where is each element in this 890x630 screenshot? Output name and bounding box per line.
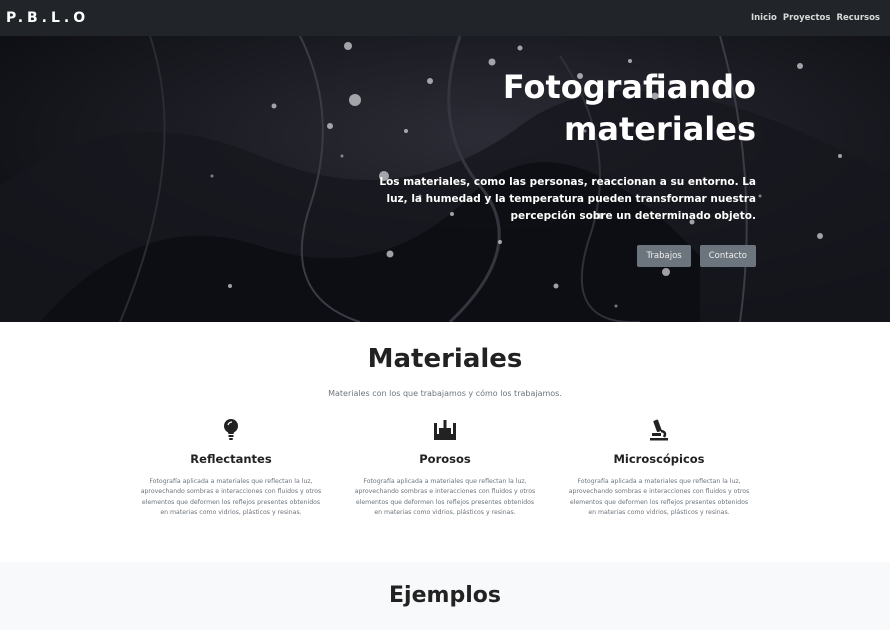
nav-links: Inicio Proyectos Recursos [751, 13, 880, 23]
lightbulb-icon [138, 418, 324, 442]
feature-title: Porosos [419, 452, 471, 466]
materials-section: Materiales Materiales con los que trabaj… [0, 322, 890, 562]
nav-link-proyectos[interactable]: Proyectos [783, 13, 831, 23]
brand-logo[interactable]: P.B.L.O [6, 10, 89, 26]
hero-content: Fotografiando materiales Los materiales,… [356, 66, 756, 267]
navbar: P.B.L.O Inicio Proyectos Recursos [0, 0, 890, 36]
feature-title: Reflectantes [190, 452, 272, 466]
hero-title: Fotografiando materiales [502, 68, 756, 148]
microscope-icon [566, 418, 752, 442]
water-glass-icon [352, 418, 538, 442]
examples-title: Ejemplos [389, 583, 501, 608]
feature-porosos: Porosos Fotografía aplicada a materiales… [352, 418, 538, 518]
materials-subtitle: Materiales con los que trabajamos y cómo… [328, 389, 562, 398]
trabajos-button[interactable]: Trabajos [637, 245, 691, 267]
nav-link-inicio[interactable]: Inicio [751, 13, 777, 23]
feature-text: Fotografía aplicada a materiales que ref… [568, 478, 750, 516]
hero-section: Fotografiando materiales Los materiales,… [0, 36, 890, 322]
examples-section: Ejemplos [0, 562, 890, 630]
feature-reflectantes: Reflectantes Fotografía aplicada a mater… [138, 418, 324, 518]
hero-buttons: Trabajos Contacto [356, 245, 756, 267]
nav-link-recursos[interactable]: Recursos [836, 13, 880, 23]
feature-text: Fotografía aplicada a materiales que ref… [140, 478, 322, 516]
feature-microscopicos: Microscópicos Fotografía aplicada a mate… [566, 418, 752, 518]
feature-title: Microscópicos [613, 452, 705, 466]
materials-title: Materiales [367, 344, 523, 374]
feature-text: Fotografía aplicada a materiales que ref… [354, 478, 536, 516]
contacto-button[interactable]: Contacto [699, 245, 756, 267]
hero-lead: Los materiales, como las personas, reacc… [379, 176, 756, 222]
